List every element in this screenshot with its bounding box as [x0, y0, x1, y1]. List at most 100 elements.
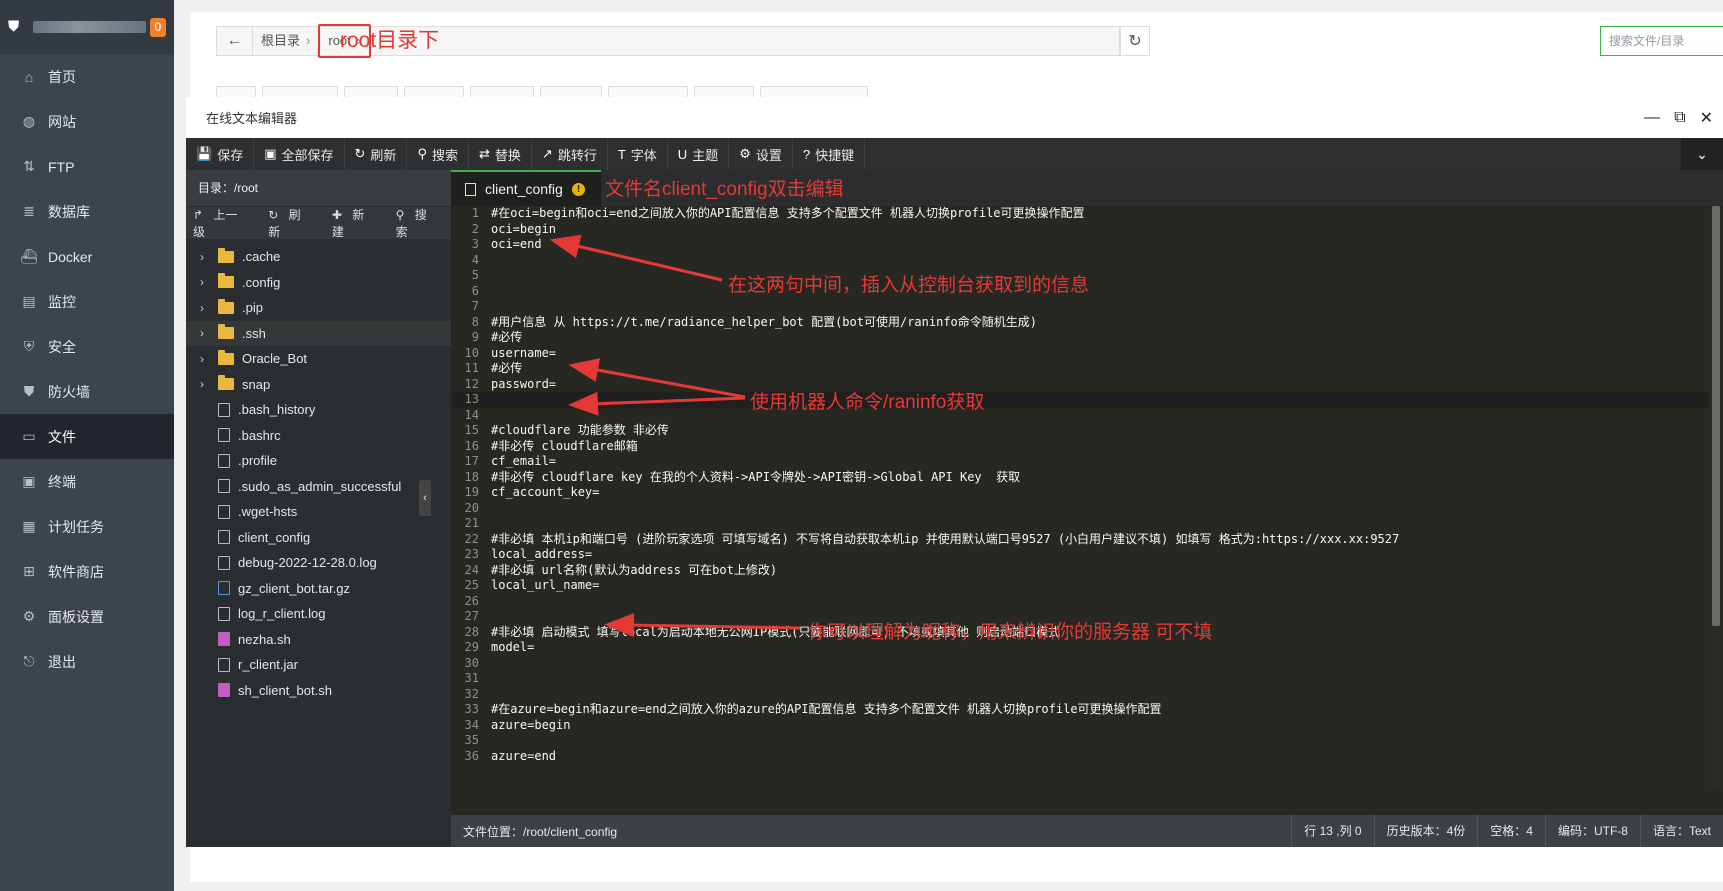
toolbar-label: 搜索 [431, 147, 458, 163]
folder-icon [218, 375, 234, 391]
sidebar-item-label: 安全 [48, 338, 76, 355]
sidebar-item-9[interactable]: ▣ 终端 [0, 459, 174, 504]
line-text: local_url_name= [491, 578, 600, 592]
tree-folder[interactable]: › .cache [186, 244, 451, 270]
sidebar-item-5[interactable]: ▤ 监控 [0, 279, 174, 324]
tree-file[interactable]: client_config [186, 525, 451, 551]
sidebar-item-13[interactable]: ⎋ 退出 [0, 639, 174, 684]
chevron-right-icon[interactable]: › [200, 377, 214, 391]
line-number: 33 [464, 702, 479, 716]
refresh-button[interactable]: ↻ 刷新 [345, 138, 408, 170]
collapse-pane-icon[interactable]: ‹ [419, 480, 431, 516]
search-file-input[interactable]: 搜索文件/目录 [1600, 26, 1723, 56]
tree-file[interactable]: debug-2022-12-28.0.log [186, 550, 451, 576]
code-line: 35 [451, 733, 1709, 749]
vertical-scrollbar[interactable] [1711, 206, 1721, 787]
sidebar-item-label: 监控 [48, 293, 76, 310]
line-text: username= [491, 345, 557, 360]
code-line: 17 cf_email= [451, 454, 1709, 470]
toolbar-label: 字体 [630, 147, 657, 163]
indent-setting[interactable]: 空格：4 [1477, 815, 1545, 847]
tree-file[interactable]: .sudo_as_admin_successful [186, 474, 451, 500]
tree-folder[interactable]: › Oracle_Bot [186, 346, 451, 372]
code-line: 2 oci=begin [451, 222, 1709, 238]
back-arrow-icon[interactable]: ← [217, 27, 253, 55]
close-icon[interactable]: ✕ [1700, 108, 1713, 128]
line-text: #用户信息 从 https://t.me/radiance_helper_bot… [491, 314, 1038, 329]
chevron-right-icon[interactable]: › [200, 301, 214, 315]
sidebar-item-2[interactable]: ⇅ FTP [0, 144, 174, 189]
language-setting[interactable]: 语言：Text [1639, 815, 1723, 847]
save-icon: 💾 [196, 146, 213, 161]
chevron-right-icon[interactable]: › [200, 326, 214, 340]
refresh-tree-button[interactable]: ↻ 刷新 [261, 206, 325, 240]
tree-file[interactable]: .profile [186, 448, 451, 474]
history-versions[interactable]: 历史版本：4份 [1373, 815, 1478, 847]
tree-file[interactable]: sh_client_bot.sh [186, 678, 451, 704]
line-text: #必传 [491, 330, 523, 344]
sidebar-item-1[interactable]: ◍ 网站 [0, 99, 174, 144]
sidebar: ⛊ 0 ⌂ 首页 ◍ 网站 ⇅ FTP ≣ 数据库 ⛴ Docker ▤ 监控 ⛨ 安全 ⛊ 防火墙 ▭ 文件 ▣ 终… [0, 0, 174, 891]
up-level-button[interactable]: ↱ 上一级 [186, 206, 261, 240]
tree-file[interactable]: gz_client_bot.tar.gz [186, 576, 451, 602]
line-number: 1 [471, 206, 479, 220]
cursor-position[interactable]: 行 13 ,列 0 [1291, 815, 1373, 847]
sidebar-item-7[interactable]: ⛊ 防火墙 [0, 369, 174, 414]
tree-file[interactable]: .wget-hsts [186, 499, 451, 525]
tree-item-label: sh_client_bot.sh [238, 682, 332, 698]
code-line: 22 #非必填 本机ip和端口号 (进阶玩家选项 可填写域名) 不写将自动获取本机… [451, 532, 1709, 548]
goto-line-button[interactable]: ↗ 跳转行 [532, 138, 608, 170]
settings-button[interactable]: ⚙ 设置 [729, 138, 793, 170]
replace-button[interactable]: ⇄ 替换 [469, 138, 532, 170]
sidebar-item-12[interactable]: ⚙ 面板设置 [0, 594, 174, 639]
line-text: local_address= [491, 547, 593, 561]
maximize-icon[interactable]: ⧉ [1674, 109, 1685, 127]
sidebar-item-label: 数据库 [48, 203, 90, 220]
tree-folder[interactable]: › .config [186, 270, 451, 296]
code-line: 31 [451, 671, 1709, 687]
sidebar-item-6[interactable]: ⛨ 安全 [0, 324, 174, 369]
tree-folder[interactable]: › .ssh [186, 320, 451, 346]
search-button[interactable]: ⚲ 搜索 [407, 138, 469, 170]
notification-badge[interactable]: 0 [149, 17, 166, 37]
sidebar-item-4[interactable]: ⛴ Docker [0, 234, 174, 279]
tree-folder[interactable]: › .pip [186, 295, 451, 321]
chevron-down-icon[interactable]: ⌄ [1681, 138, 1723, 170]
save-all-button[interactable]: ▣ 全部保存 [254, 138, 345, 170]
line-text: oci=end [491, 237, 542, 251]
line-number: 31 [464, 671, 479, 685]
theme-button[interactable]: U 主题 [668, 138, 730, 170]
chevron-right-icon[interactable]: › [200, 250, 214, 264]
chevron-right-icon[interactable]: › [200, 275, 214, 289]
sidebar-item-8[interactable]: ▭ 文件 [0, 414, 174, 459]
sidebar-item-0[interactable]: ⌂ 首页 [0, 54, 174, 99]
tree-folder[interactable]: › snap [186, 372, 451, 398]
shortcuts-button[interactable]: ? 快捷键 [793, 138, 866, 170]
tree-file[interactable]: r_client.jar [186, 652, 451, 678]
ftp-icon: ⇅ [23, 158, 35, 174]
sidebar-item-11[interactable]: ⊞ 软件商店 [0, 549, 174, 594]
new-file-button[interactable]: ✚ 新建 [325, 206, 389, 240]
docker-icon: ⛴ [20, 248, 38, 264]
tree-file[interactable]: .bashrc [186, 423, 451, 449]
sidebar-item-label: Docker [48, 248, 93, 265]
line-number: 11 [464, 361, 479, 375]
chevron-right-icon[interactable]: › [200, 352, 214, 366]
sidebar-item-3[interactable]: ≣ 数据库 [0, 189, 174, 234]
font-button[interactable]: T 字体 [608, 138, 668, 170]
encoding-setting[interactable]: 编码：UTF-8 [1544, 815, 1640, 847]
sidebar-item-10[interactable]: ▦ 计划任务 [0, 504, 174, 549]
tab-client-config[interactable]: client_config ! [451, 170, 601, 206]
line-number: 18 [464, 469, 479, 484]
line-number: 10 [464, 345, 479, 360]
minimize-icon[interactable]: — [1644, 109, 1660, 127]
code-line: 1 #在oci=begin和oci=end之间放入你的API配置信息 支持多个配置… [451, 206, 1709, 222]
tree-file[interactable]: .bash_history [186, 397, 451, 423]
tree-file[interactable]: log_r_client.log [186, 601, 451, 627]
breadcrumb-root[interactable]: 根目录 › [253, 27, 318, 55]
refresh-path-icon[interactable]: ↻ [1120, 26, 1150, 56]
file-icon [218, 453, 230, 468]
search-tree-button[interactable]: ⚲ 搜索 [389, 206, 451, 240]
save-button[interactable]: 💾 保存 [186, 138, 255, 170]
tree-file[interactable]: nezha.sh [186, 627, 451, 653]
